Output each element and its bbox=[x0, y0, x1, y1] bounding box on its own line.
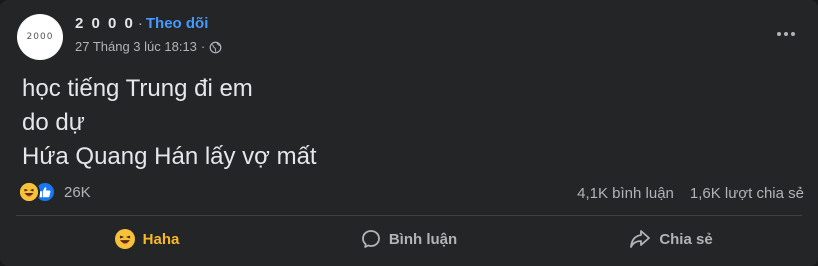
author-avatar[interactable]: 2000 bbox=[17, 14, 63, 60]
comment-button[interactable]: Bình luận bbox=[278, 221, 540, 257]
haha-icon bbox=[18, 181, 40, 203]
share-count-link[interactable]: 1,6K lượt chia sẻ bbox=[690, 185, 804, 202]
post-stats: 4,1K bình luận 1,6K lượt chia sẻ bbox=[577, 185, 804, 202]
haha-icon bbox=[114, 229, 135, 249]
name-separator: · bbox=[137, 15, 143, 32]
more-options-button[interactable] bbox=[768, 22, 804, 46]
author-name[interactable]: 2 0 0 0 bbox=[75, 15, 135, 32]
share-label: Chia sẻ bbox=[659, 230, 713, 248]
post-actions: Haha Bình luận Chia sẻ bbox=[16, 221, 802, 257]
share-icon bbox=[630, 230, 651, 248]
follow-button[interactable]: Theo dõi bbox=[146, 15, 209, 32]
post-meta: 27 Tháng 3 lúc 18:13 · bbox=[75, 39, 222, 55]
share-button[interactable]: Chia sẻ bbox=[540, 221, 802, 257]
divider bbox=[16, 215, 802, 216]
reactions-summary[interactable]: 26K bbox=[18, 181, 91, 203]
comment-icon bbox=[361, 230, 380, 248]
post-line: Hứa Quang Hán lấy vợ mất bbox=[22, 143, 317, 170]
more-dot-icon bbox=[777, 32, 781, 36]
meta-separator: · bbox=[200, 39, 206, 54]
post-line: do dự bbox=[22, 109, 85, 136]
avatar-text: 2000 bbox=[26, 32, 54, 42]
post-card: 2000 2 0 0 0 · Theo dõi 27 Tháng 3 lúc 18:… bbox=[0, 0, 818, 266]
more-dot-icon bbox=[784, 32, 788, 36]
post-header: 2 0 0 0 · Theo dõi bbox=[75, 15, 208, 33]
post-content: học tiếng Trung đi em do dự Hứa Quang Há… bbox=[22, 72, 317, 174]
more-dot-icon bbox=[791, 32, 795, 36]
post-line: học tiếng Trung đi em bbox=[22, 75, 253, 102]
haha-label: Haha bbox=[142, 230, 180, 248]
haha-button[interactable]: Haha bbox=[16, 221, 278, 257]
post-timestamp[interactable]: 27 Tháng 3 lúc 18:13 bbox=[75, 39, 197, 55]
comment-count-link[interactable]: 4,1K bình luận bbox=[577, 185, 674, 202]
globe-icon bbox=[209, 41, 222, 54]
comment-label: Bình luận bbox=[388, 230, 458, 248]
reaction-count: 26K bbox=[64, 183, 91, 201]
